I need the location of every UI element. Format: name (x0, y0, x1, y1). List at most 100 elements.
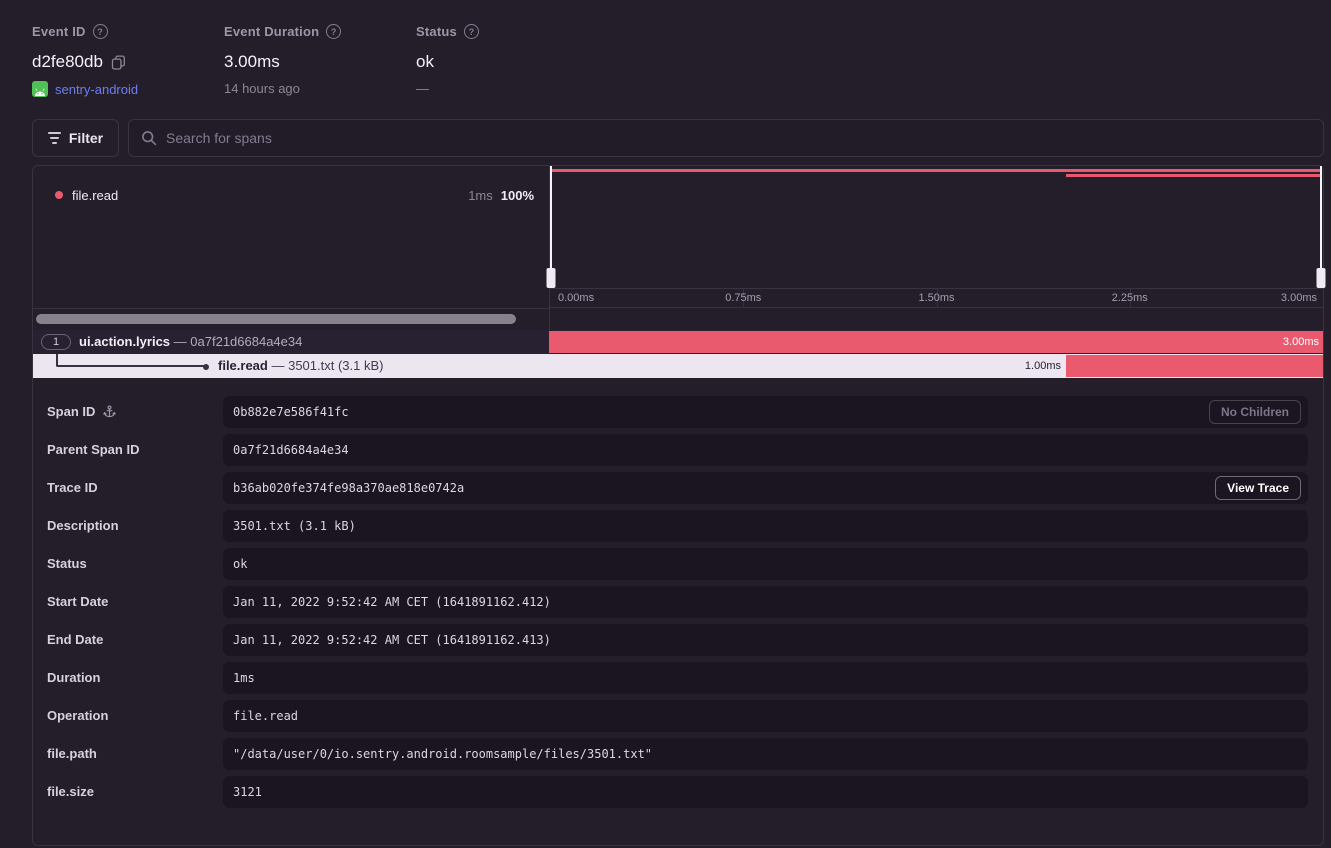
detail-row-status: Status ok (33, 548, 1323, 580)
copy-icon[interactable] (111, 55, 126, 70)
span-legend-pane: file.read 1ms 100% (33, 166, 549, 330)
detail-value-text: 1ms (233, 671, 255, 685)
detail-label: Trace ID (47, 480, 98, 495)
timeline-minimap-pane: 0.00ms 0.75ms 1.50ms 2.25ms 3.00ms (550, 166, 1323, 330)
detail-label: file.path (47, 746, 97, 761)
event-duration-section: Event Duration ? 3.00ms 14 hours ago (224, 24, 341, 96)
legend-row-file-read: file.read 1ms 100% (33, 186, 549, 204)
detail-value-end-date[interactable]: Jan 11, 2022 9:52:42 AM CET (1641891162.… (223, 624, 1308, 656)
detail-label: Description (47, 518, 119, 533)
help-icon[interactable]: ? (93, 24, 108, 39)
legend-color-dot (55, 191, 63, 199)
span-search-bar[interactable] (128, 119, 1324, 157)
help-icon[interactable]: ? (464, 24, 479, 39)
span-row-root[interactable]: 1 ui.action.lyrics — 0a7f21d6684a4e34 3.… (33, 330, 1323, 354)
detail-value-description[interactable]: 3501.txt (3.1 kB) (223, 510, 1308, 542)
view-trace-button[interactable]: View Trace (1215, 476, 1301, 500)
axis-tick: 0.00ms (558, 292, 594, 304)
detail-row-duration: Duration 1ms (33, 662, 1323, 694)
event-id-value: d2fe80db (32, 52, 103, 72)
detail-row-end-date: End Date Jan 11, 2022 9:52:42 AM CET (16… (33, 624, 1323, 656)
filter-button-label: Filter (69, 130, 103, 146)
search-input[interactable] (166, 130, 1311, 146)
detail-label: file.size (47, 784, 94, 799)
time-axis: 0.00ms 0.75ms 1.50ms 2.25ms 3.00ms (550, 288, 1323, 308)
detail-label: Operation (47, 708, 108, 723)
detail-value-text: 0b882e7e586f41fc (233, 405, 349, 419)
axis-tick: 0.75ms (725, 292, 761, 304)
status-value: ok (416, 52, 434, 72)
detail-row-description: Description 3501.txt (3.1 kB) (33, 510, 1323, 542)
span-row-child-title: file.read — 3501.txt (3.1 kB) (218, 358, 383, 373)
minimap-left-handle[interactable] (550, 166, 552, 268)
horizontal-scrollbar-thumb[interactable] (36, 314, 516, 324)
detail-value-text: 3121 (233, 785, 262, 799)
axis-tick: 1.50ms (918, 292, 954, 304)
detail-row-start-date: Start Date Jan 11, 2022 9:52:42 AM CET (… (33, 586, 1323, 618)
android-project-icon (32, 81, 48, 97)
filter-button[interactable]: Filter (32, 119, 119, 157)
detail-label: Span ID (47, 404, 95, 419)
span-details-section: Span ID 0b882e7e586f41fc No Children (33, 378, 1323, 814)
event-id-label-row: Event ID ? (32, 24, 138, 39)
detail-row-trace-id: Trace ID b36ab020fe374fe98a370ae818e0742… (33, 472, 1323, 504)
detail-value-start-date[interactable]: Jan 11, 2022 9:52:42 AM CET (1641891162.… (223, 586, 1308, 618)
minimap-span-root (552, 169, 1320, 172)
detail-value-parent-span-id[interactable]: 0a7f21d6684a4e34 (223, 434, 1308, 466)
detail-value-duration[interactable]: 1ms (223, 662, 1308, 694)
detail-row-operation: Operation file.read (33, 700, 1323, 732)
axis-tick: 3.00ms (1281, 292, 1317, 304)
detail-value-text: file.read (233, 709, 298, 723)
minimap-canvas[interactable] (550, 166, 1323, 288)
left-handle-grip[interactable] (547, 268, 556, 288)
tree-connector-dot (203, 364, 209, 370)
detail-value-text: b36ab020fe374fe98a370ae818e0742a (233, 481, 464, 495)
detail-row-span-id: Span ID 0b882e7e586f41fc No Children (33, 396, 1323, 428)
detail-value-file-path[interactable]: "/data/user/0/io.sentry.android.roomsamp… (223, 738, 1308, 770)
status-sub: — (416, 81, 429, 96)
detail-label: Status (47, 556, 87, 571)
right-handle-grip[interactable] (1317, 268, 1326, 288)
span-detail-page: Event ID ? d2fe80db s (0, 0, 1331, 848)
legend-duration: 1ms (468, 188, 493, 203)
detail-label: Start Date (47, 594, 108, 609)
event-duration-value: 3.00ms (224, 52, 280, 72)
span-bar-child-duration: 1.00ms (1025, 360, 1061, 372)
legend-percent: 100% (501, 188, 534, 203)
detail-row-file-size: file.size 3121 (33, 776, 1323, 808)
axis-tick: 2.25ms (1112, 292, 1148, 304)
detail-label: Parent Span ID (47, 442, 139, 457)
search-icon (141, 130, 157, 146)
project-link[interactable]: sentry-android (55, 82, 138, 97)
detail-value-trace-id[interactable]: b36ab020fe374fe98a370ae818e0742a (223, 472, 1308, 504)
event-duration-label: Event Duration (224, 24, 319, 39)
detail-value-operation[interactable]: file.read (223, 700, 1308, 732)
event-duration-ago: 14 hours ago (224, 81, 300, 96)
detail-value-status[interactable]: ok (223, 548, 1308, 580)
detail-value-span-id[interactable]: 0b882e7e586f41fc (223, 396, 1308, 428)
minimap-span-child (1066, 174, 1320, 177)
detail-label: Duration (47, 670, 100, 685)
event-id-label: Event ID (32, 24, 86, 39)
detail-value-text: 3501.txt (3.1 kB) (233, 519, 356, 533)
status-label: Status (416, 24, 457, 39)
horizontal-scrollbar-track (33, 308, 549, 330)
detail-value-text: 0a7f21d6684a4e34 (233, 443, 349, 457)
legend-operation: file.read (72, 188, 118, 203)
detail-value-file-size[interactable]: 3121 (223, 776, 1308, 808)
detail-row-file-path: file.path "/data/user/0/io.sentry.androi… (33, 738, 1323, 770)
detail-value-text: "/data/user/0/io.sentry.android.roomsamp… (233, 747, 652, 761)
span-row-root-title: ui.action.lyrics — 0a7f21d6684a4e34 (79, 334, 302, 349)
span-bar-root-duration: 3.00ms (1283, 336, 1319, 348)
no-children-button[interactable]: No Children (1209, 400, 1301, 424)
help-icon[interactable]: ? (326, 24, 341, 39)
detail-value-text: Jan 11, 2022 9:52:42 AM CET (1641891162.… (233, 595, 551, 609)
span-row-child-selected[interactable]: file.read — 3501.txt (3.1 kB) 1.00ms (33, 354, 1323, 378)
span-bar-child[interactable] (1066, 355, 1323, 377)
filter-icon (48, 132, 61, 144)
minimap-right-handle[interactable] (1320, 166, 1322, 268)
anchor-icon[interactable] (103, 405, 116, 418)
span-children-toggle[interactable]: 1 (41, 334, 71, 350)
status-section: Status ? ok — (416, 24, 479, 96)
span-bar-root[interactable]: 3.00ms (549, 331, 1323, 353)
